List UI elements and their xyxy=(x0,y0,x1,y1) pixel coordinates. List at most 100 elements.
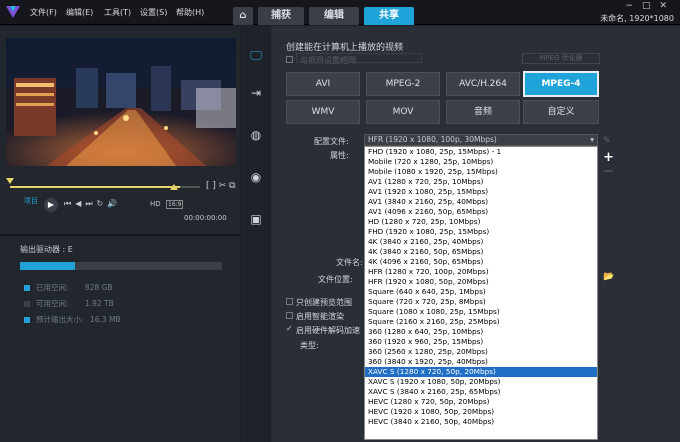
est-swatch xyxy=(24,317,30,323)
minimize-icon[interactable]: − xyxy=(625,1,642,11)
profile-label: 配置文件: xyxy=(314,137,349,146)
free-label: 可用空间: xyxy=(36,299,69,308)
play-button[interactable]: ▶ xyxy=(44,198,58,212)
only-preview-label: 只创建预览范围 xyxy=(296,298,352,307)
close-icon[interactable]: ✕ xyxy=(659,1,676,11)
match-settings-dropdown[interactable] xyxy=(296,53,422,63)
aspect-ratio-button[interactable]: 16:9 xyxy=(166,200,184,209)
profile-list-item[interactable]: HEVC (1920 x 1080, 50p, 20Mbps) xyxy=(365,407,597,417)
hd-label[interactable]: HD xyxy=(150,200,161,208)
location-label: 文件位置: xyxy=(318,275,353,284)
menu-tools[interactable]: 工具(T) xyxy=(104,7,131,18)
disc-icon[interactable]: ◉ xyxy=(247,168,265,186)
share-category-bar: 🖵 ⇥ ◍ ◉ ▣ xyxy=(241,26,271,442)
format-mpeg4-button[interactable]: MPEG-4 xyxy=(523,71,599,97)
transport-buttons[interactable]: ⏮◀⏭↻🔊 xyxy=(64,199,121,209)
profile-list-item[interactable]: HEVC (1280 x 720, 50p, 20Mbps) xyxy=(365,397,597,407)
profile-list-item[interactable]: 4K (3840 x 2160, 50p, 65Mbps) xyxy=(365,247,597,257)
menu-settings[interactable]: 设置(S) xyxy=(140,7,167,18)
profile-list-item[interactable]: 4K (3840 x 2160, 25p, 40Mbps) xyxy=(365,237,597,247)
timecode[interactable]: 00:00:00:00 xyxy=(184,214,227,222)
project-mode-label[interactable]: 项目 xyxy=(24,196,38,206)
template-icon[interactable]: ▣ xyxy=(247,210,265,228)
profile-list-item[interactable]: 360 (2560 x 1280, 25p, 20Mbps) xyxy=(365,347,597,357)
window-controls[interactable]: −□✕ xyxy=(625,1,676,11)
profile-list-item[interactable]: AV1 (1280 x 720, 25p, 10Mbps) xyxy=(365,177,597,187)
est-value: 16.3 MB xyxy=(89,315,121,324)
format-mpeg2-button[interactable]: MPEG-2 xyxy=(366,72,440,96)
profile-list-item[interactable]: HD (1280 x 720, 25p, 10Mbps) xyxy=(365,217,597,227)
profile-list-item[interactable]: HFR (1280 x 720, 100p, 20Mbps) xyxy=(365,267,597,277)
preview-image xyxy=(6,38,236,166)
profile-list-item[interactable]: 360 (3840 x 1920, 25p, 40Mbps) xyxy=(365,357,597,367)
profile-list-item[interactable]: AV1 (1920 x 1080, 25p, 15Mbps) xyxy=(365,187,597,197)
profile-list-item[interactable]: HFR (1920 x 1080, 50p, 20Mbps) xyxy=(365,277,597,287)
profile-list-item[interactable]: Square (720 x 720, 25p, 8Mbps) xyxy=(365,297,597,307)
profile-list-item[interactable]: FHD (1920 x 1080, 25p, 15Mbps) xyxy=(365,227,597,237)
profile-list-item[interactable]: Mobile (720 x 1280, 25p, 10Mbps) xyxy=(365,157,597,167)
format-mov-button[interactable]: MOV xyxy=(366,100,440,124)
plus-icon[interactable]: + xyxy=(603,150,614,165)
profile-list-item[interactable]: AV1 (3840 x 2160, 25p, 40Mbps) xyxy=(365,197,597,207)
profile-list-item[interactable]: 4K (4096 x 2160, 50p, 65Mbps) xyxy=(365,257,597,267)
format-custom-button[interactable]: 自定义 xyxy=(523,100,599,124)
scrub-bar[interactable]: [ ] ✂ ⧉ xyxy=(6,178,238,198)
chevron-down-icon: ▾ xyxy=(590,135,594,144)
profile-list-item[interactable]: 360 (1920 x 960, 25p, 15Mbps) xyxy=(365,337,597,347)
minus-icon[interactable]: − xyxy=(603,164,614,179)
menu-edit[interactable]: 编辑(E) xyxy=(66,7,93,18)
mpeg-optimizer-button[interactable]: MPEG 优化器 xyxy=(522,53,600,64)
profile-list-item[interactable]: Square (2160 x 2160, 25p, 25Mbps) xyxy=(365,317,597,327)
only-preview-checkbox[interactable] xyxy=(286,298,293,305)
profile-list-item[interactable]: XAVC S (1920 x 1080, 50p, 20Mbps) xyxy=(365,377,597,387)
hw-decode-label: 启用硬件解码加速 xyxy=(296,326,360,335)
folder-icon[interactable]: 📂 xyxy=(603,272,614,282)
edit-profile-icon[interactable]: ✎ xyxy=(603,136,611,146)
profile-list-item[interactable]: Square (640 x 640, 25p, 1Mbps) xyxy=(365,287,597,297)
profile-dropdown[interactable]: HFR (1920 x 1080, 100p, 30Mbps) ▾ xyxy=(364,134,598,146)
smart-render-label: 启用智能渲染 xyxy=(296,312,344,321)
free-swatch xyxy=(24,301,30,307)
output-drive-label: 输出驱动器 : E xyxy=(20,245,73,254)
profile-list-item[interactable]: FHD (1920 x 1080, 25p, 15Mbps) - 1 xyxy=(365,147,597,157)
format-avi-button[interactable]: AVI xyxy=(286,72,360,96)
globe-icon[interactable]: ◍ xyxy=(247,126,265,144)
est-label: 预计输出大小: xyxy=(36,315,84,324)
menu-file[interactable]: 文件(F) xyxy=(30,7,57,18)
menu-help[interactable]: 帮助(H) xyxy=(176,7,204,18)
profile-list-item[interactable]: HEVC (3840 x 2160, 50p, 40Mbps) xyxy=(365,417,597,427)
profile-dropdown-value: HFR (1920 x 1080, 100p, 30Mbps) xyxy=(368,135,497,144)
hw-decode-check-icon[interactable]: ✓ xyxy=(286,324,293,333)
home-tab[interactable]: ⌂ xyxy=(233,7,253,25)
profile-list-item[interactable]: XAVC S (1280 x 720, 50p, 20Mbps) xyxy=(365,367,597,377)
profile-list-item[interactable]: Square (1080 x 1080, 25p, 15Mbps) xyxy=(365,307,597,317)
playback-controls: 项目 ▶ ⏮◀⏭↻🔊 HD 16:9 00:00:00:00 xyxy=(2,196,240,222)
tab-edit[interactable]: 编辑 xyxy=(309,7,359,25)
tab-share[interactable]: 共享 xyxy=(364,7,414,25)
disk-usage-bar xyxy=(20,262,222,270)
est-size-row: 预计输出大小: 16.3 MB xyxy=(24,314,121,325)
profile-list-item[interactable]: AV1 (4096 x 2160, 50p, 65Mbps) xyxy=(365,207,597,217)
monitor-icon[interactable]: 🖵 xyxy=(247,46,265,64)
used-swatch xyxy=(24,285,30,291)
maximize-icon[interactable]: □ xyxy=(642,1,660,11)
project-name: 未命名, 1920*1080 xyxy=(600,14,674,23)
type-label: 类型: xyxy=(300,341,319,350)
format-avc-button[interactable]: AVC/H.264 xyxy=(446,72,520,96)
device-icon[interactable]: ⇥ xyxy=(247,84,265,102)
svg-text:[ ] ✂ ⧉: [ ] ✂ ⧉ xyxy=(206,181,236,191)
profile-list[interactable]: FHD (1920 x 1080, 25p, 15Mbps) - 1 Mobile… xyxy=(364,146,598,440)
match-settings-checkbox[interactable] xyxy=(286,56,293,63)
used-label: 已用空间: xyxy=(36,283,69,292)
profile-list-item[interactable]: 360 (1280 x 640, 25p, 10Mbps) xyxy=(365,327,597,337)
profile-list-item[interactable]: Mobile (1080 x 1920, 25p, 15Mbps) xyxy=(365,167,597,177)
share-heading: 创建能在计算机上播放的视频 xyxy=(286,43,404,53)
panel-divider xyxy=(0,234,240,236)
format-wmv-button[interactable]: WMV xyxy=(286,100,360,124)
tab-capture[interactable]: 捕获 xyxy=(258,7,304,25)
format-audio-button[interactable]: 音频 xyxy=(446,100,520,124)
disk-usage-fill xyxy=(20,262,75,270)
smart-render-checkbox[interactable] xyxy=(286,312,293,319)
used-space-row: 已用空间: 828 GB xyxy=(24,282,113,293)
profile-list-item[interactable]: XAVC S (3840 x 2160, 25p, 65Mbps) xyxy=(365,387,597,397)
